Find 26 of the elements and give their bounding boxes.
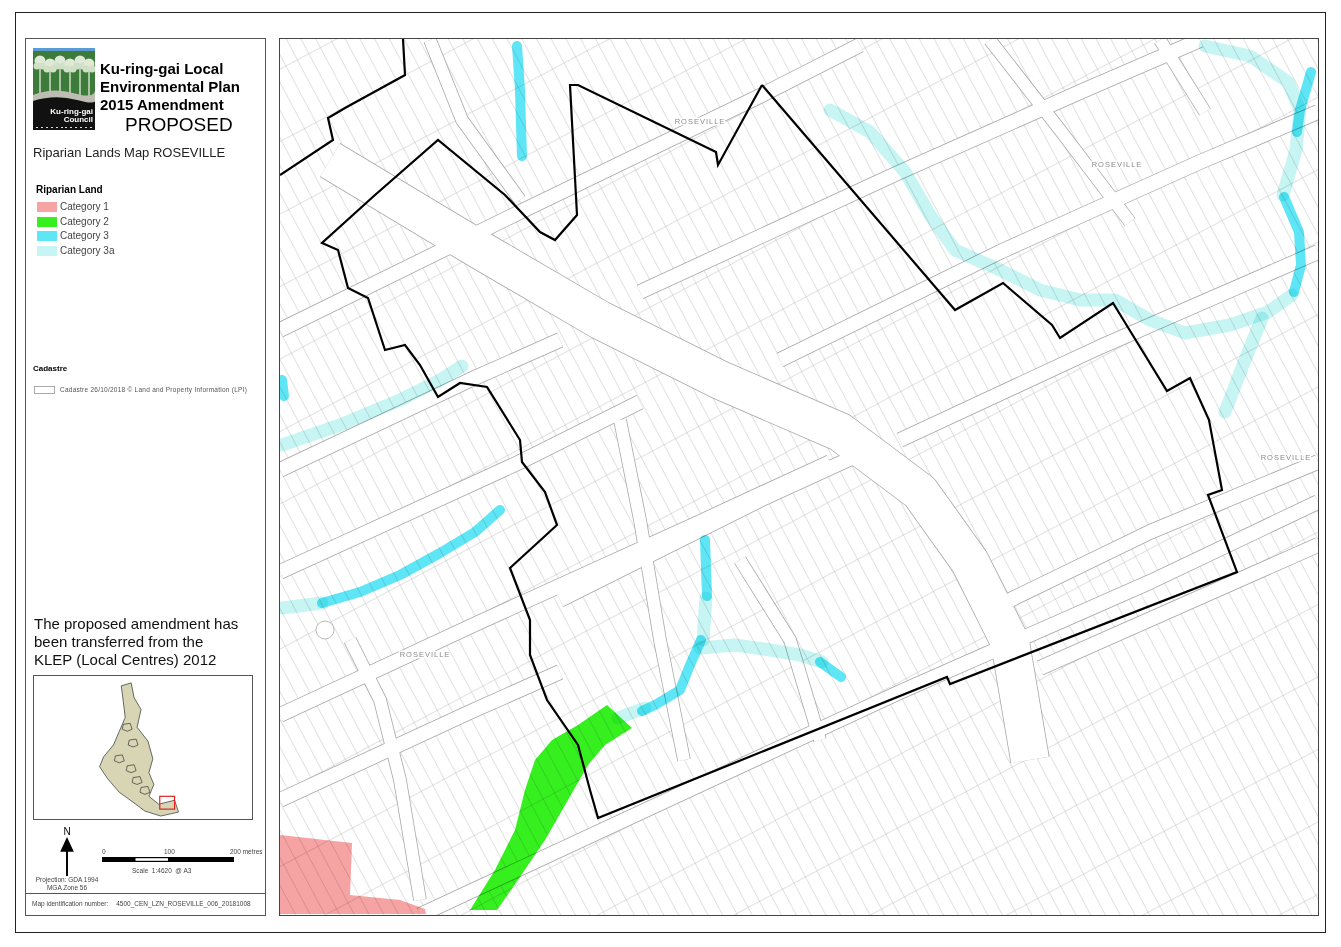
legend-label: Category 2	[60, 215, 109, 228]
cadastre-heading: Cadastre	[33, 364, 68, 374]
north-arrow-icon	[60, 837, 74, 876]
category-3-corridor	[700, 535, 712, 601]
legend-label: Category 1	[60, 201, 109, 214]
centre-outline	[131, 776, 143, 785]
category-3-corridor	[815, 657, 846, 682]
centre-outline	[114, 754, 125, 764]
category-3a-corridor	[280, 596, 329, 615]
centre-outline	[139, 786, 151, 795]
cadastre-swatch-icon	[34, 386, 55, 394]
centre-outline	[121, 723, 133, 732]
legend-label: Category 3a	[60, 244, 115, 257]
status-label: PROPOSED	[125, 114, 233, 136]
centre-outline	[125, 764, 137, 773]
amendment-note: The proposed amendment has been transferred from the KLEP (Local Centres) 2012	[34, 615, 239, 669]
category-3-corridor	[1292, 67, 1316, 137]
extent-marker-icon	[159, 795, 176, 810]
legend-label: Category 3	[60, 230, 109, 243]
legend-heading: Riparian Land	[36, 184, 103, 196]
north-label: N	[63, 826, 71, 837]
map-subtitle: Riparian Lands Map ROSEVILLE	[33, 145, 226, 161]
logo-text: Ku-ring-gai Council	[50, 108, 93, 125]
category-3-corridor	[280, 375, 289, 401]
map-title: Ku-ring-gai Local Environmental Plan 2015 Amendment	[100, 60, 241, 114]
centre-outline	[127, 738, 139, 748]
